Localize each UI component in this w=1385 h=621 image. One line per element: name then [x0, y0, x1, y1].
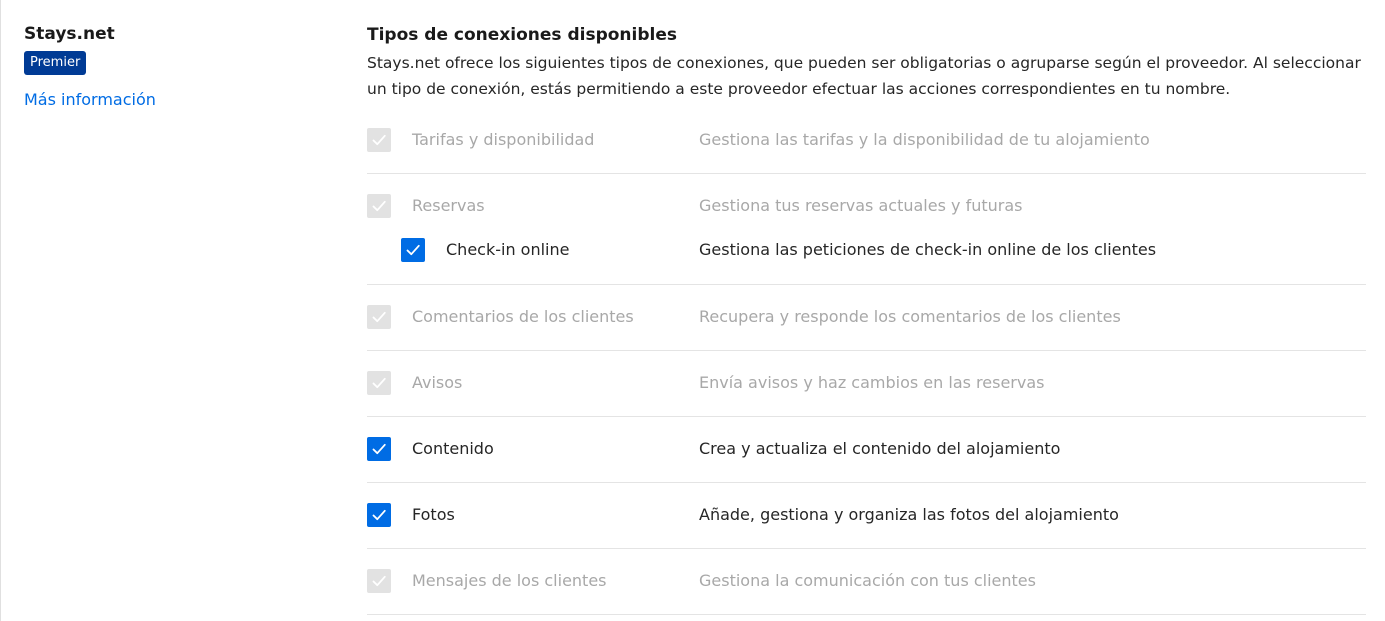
connection-row: Fotos Añade, gestiona y organiza las fot… [367, 493, 1366, 537]
content-checkbox[interactable] [367, 437, 391, 461]
check-icon [372, 200, 386, 212]
more-info-link[interactable]: Más información [24, 89, 324, 111]
check-icon [372, 509, 386, 521]
provider-name: Stays.net [24, 24, 115, 44]
connection-row: Comentarios de los clientes Recupera y r… [367, 295, 1366, 339]
reservations-checkbox [367, 194, 391, 218]
check-icon [406, 244, 420, 256]
provider-panel: Stays.net Premier Más información [24, 24, 324, 111]
connection-description: Recupera y responde los comentarios de l… [699, 307, 1121, 326]
connection-label: Reservas [412, 196, 485, 215]
connection-label: Tarifas y disponibilidad [412, 130, 595, 149]
check-icon [372, 575, 386, 587]
section-description: Stays.net ofrece los siguientes tipos de… [367, 54, 1361, 98]
connection-label: Fotos [412, 505, 455, 524]
connection-group-reviews: Comentarios de los clientes Recupera y r… [367, 285, 1366, 351]
check-icon [372, 311, 386, 323]
connection-types-section: Tipos de conexiones disponibles Stays.ne… [367, 24, 1366, 102]
check-icon [372, 377, 386, 389]
section-title: Tipos de conexiones disponibles [367, 25, 677, 45]
connection-description: Gestiona las tarifas y la disponibilidad… [699, 130, 1150, 149]
connection-group-rates: Tarifas y disponibilidad Gestiona las ta… [367, 108, 1366, 174]
connection-row: Avisos Envía avisos y haz cambios en las… [367, 361, 1366, 405]
connection-list: Tarifas y disponibilidad Gestiona las ta… [367, 108, 1366, 615]
check-icon [372, 443, 386, 455]
connection-row: Contenido Crea y actualiza el contenido … [367, 427, 1366, 471]
notices-checkbox [367, 371, 391, 395]
connection-description: Crea y actualiza el contenido del alojam… [699, 439, 1061, 458]
check-icon [372, 134, 386, 146]
connection-group-content: Contenido Crea y actualiza el contenido … [367, 417, 1366, 483]
photos-checkbox[interactable] [367, 503, 391, 527]
connection-label: Avisos [412, 373, 463, 392]
connection-label: Contenido [412, 439, 494, 458]
connection-types-page: Stays.net Premier Más información Tipos … [0, 0, 1385, 621]
connection-label: Mensajes de los clientes [412, 571, 607, 590]
connection-group-messages: Mensajes de los clientes Gestiona la com… [367, 549, 1366, 615]
connection-group-notices: Avisos Envía avisos y haz cambios en las… [367, 351, 1366, 417]
connection-description: Añade, gestiona y organiza las fotos del… [699, 505, 1119, 524]
connection-description: Envía avisos y haz cambios en las reserv… [699, 373, 1045, 392]
checkin-online-checkbox[interactable] [401, 238, 425, 262]
connection-description: Gestiona la comunicación con tus cliente… [699, 571, 1036, 590]
connection-description: Gestiona las peticiones de check-in onli… [699, 240, 1157, 259]
connection-row: Reservas Gestiona tus reservas actuales … [367, 184, 1366, 228]
connection-row: Tarifas y disponibilidad Gestiona las ta… [367, 118, 1366, 162]
connection-label: Comentarios de los clientes [412, 307, 634, 326]
premier-badge: Premier [24, 51, 87, 75]
connection-description: Gestiona tus reservas actuales y futuras [699, 196, 1023, 215]
connection-group-photos: Fotos Añade, gestiona y organiza las fot… [367, 483, 1366, 549]
messages-checkbox [367, 569, 391, 593]
connection-row: Mensajes de los clientes Gestiona la com… [367, 559, 1366, 603]
reviews-checkbox [367, 305, 391, 329]
rates-checkbox [367, 128, 391, 152]
connection-row: Check-in online Gestiona las peticiones … [367, 228, 1366, 272]
connection-label: Check-in online [446, 240, 570, 259]
connection-group-reservations: Reservas Gestiona tus reservas actuales … [367, 174, 1366, 285]
